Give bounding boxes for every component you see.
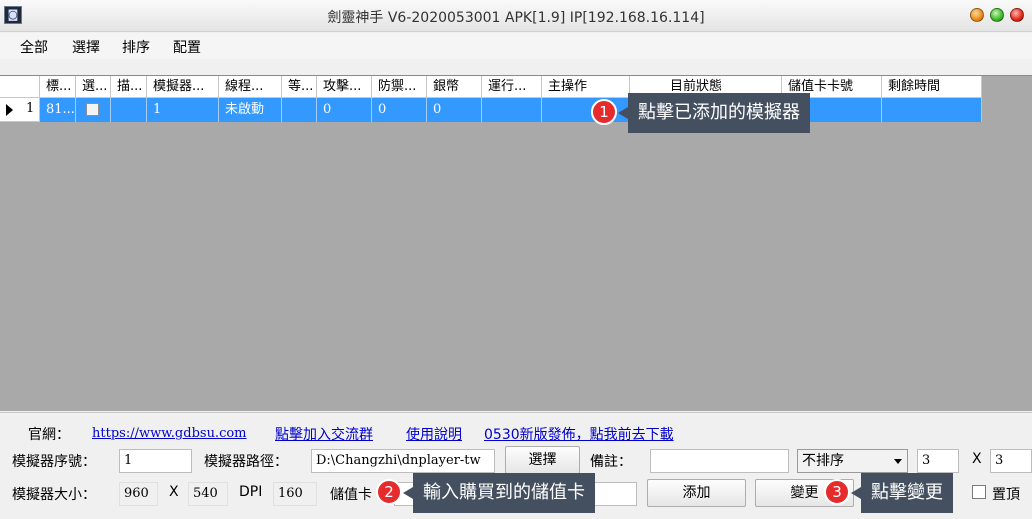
website-label: 官網： [28,427,70,443]
column-header[interactable]: 等... [282,76,317,98]
dpi-label: DPI [239,484,263,500]
emulator-index-input[interactable]: 1 [119,449,192,473]
size-x-label: X [169,484,179,500]
window-title: 劍靈神手 V6-2020053001 APK[1.9] IP[192.168.1… [327,10,705,26]
row-number: 1 [26,101,35,116]
menu-bar: 全部 選擇 排序 配置 [0,33,1032,59]
card-label: 儲值卡 [330,487,372,503]
menu-config[interactable]: 配置 [173,37,201,57]
table-cell[interactable]: 0 [372,98,427,122]
topmost-label: 置頂 [992,487,1020,503]
emulator-height-field: 540 [188,482,228,506]
maximize-button[interactable] [990,8,1004,22]
menu-select[interactable]: 選擇 [72,37,100,57]
step-callout: 點擊變更 [851,473,953,513]
minimize-button[interactable] [970,8,984,22]
website-link[interactable]: https://www.gdbsu.com [92,426,247,441]
grid-header: 標... 選... 描... 模擬器... 線程... 等... 攻擊... 防… [0,76,982,98]
emulator-index-label: 模擬器序號： [12,454,96,470]
table-cell[interactable]: 未啟動 [219,98,282,122]
note-input[interactable] [650,449,789,473]
column-header[interactable]: 描... [111,76,147,98]
grid-x-label: X [972,451,982,467]
header-corner [0,76,40,98]
column-header[interactable]: 攻擊... [317,76,372,98]
table-row[interactable]: 81... 1 未啟動 0 0 0 [40,98,982,122]
grid-rows-input[interactable]: 3 [990,449,1032,473]
grid-columns-input[interactable]: 3 [917,449,959,473]
current-row-arrow-icon [6,104,13,116]
join-group-link[interactable]: 點擊加入交流群 [275,424,373,444]
step-badge: 3 [824,479,850,505]
column-header[interactable]: 主操作 [542,76,630,98]
step-callout: 點擊已添加的模擬器 [618,93,810,133]
select-path-button[interactable]: 選擇 [505,446,580,474]
chevron-down-icon [894,459,902,464]
emulator-grid: 標... 選... 描... 模擬器... 線程... 等... 攻擊... 防… [0,75,1032,411]
column-header[interactable]: 運行... [482,76,542,98]
column-header[interactable]: 線程... [219,76,282,98]
table-cell[interactable]: 0 [317,98,372,122]
column-header[interactable]: 選... [76,76,111,98]
menu-all[interactable]: 全部 [20,37,48,57]
table-cell[interactable]: 1 [147,98,219,122]
title-bar: ◙ 劍靈神手 V6-2020053001 APK[1.9] IP[192.168… [0,0,1032,32]
table-cell[interactable]: 0 [427,98,482,122]
emulator-width-field: 960 [119,482,158,506]
step-callout: 輸入購買到的儲值卡 [403,473,595,513]
column-header[interactable]: 模擬器... [147,76,219,98]
topmost-checkbox[interactable] [972,485,986,499]
note-label: 備註： [590,454,632,470]
table-cell[interactable] [482,98,542,122]
row-select-checkbox[interactable] [86,103,99,116]
dpi-field: 160 [273,482,317,506]
emulator-path-input[interactable]: D:\Changzhi\dnplayer-tw [311,449,495,473]
table-cell[interactable]: 81... [40,98,76,122]
table-cell[interactable] [282,98,317,122]
column-header[interactable]: 剩餘時間 [882,76,982,98]
release-download-link[interactable]: 0530新版發佈，點我前去下載 [484,424,674,444]
menu-sort[interactable]: 排序 [122,37,150,57]
row-header[interactable]: 1 [0,98,40,122]
add-button[interactable]: 添加 [647,479,746,507]
emulator-size-label: 模擬器大小： [12,487,96,503]
column-header[interactable]: 防禦... [372,76,427,98]
close-button[interactable] [1010,8,1024,22]
sort-select-value: 不排序 [802,453,844,469]
step-badge: 1 [591,99,617,125]
help-link[interactable]: 使用說明 [406,424,462,444]
step-badge: 2 [376,479,402,505]
emulator-path-label: 模擬器路徑： [204,454,288,470]
column-header[interactable]: 標... [40,76,76,98]
table-cell[interactable] [882,98,982,122]
select-cell[interactable] [76,98,111,122]
column-header[interactable]: 銀幣 [427,76,482,98]
table-cell[interactable] [111,98,147,122]
sort-select[interactable]: 不排序 [797,449,908,473]
